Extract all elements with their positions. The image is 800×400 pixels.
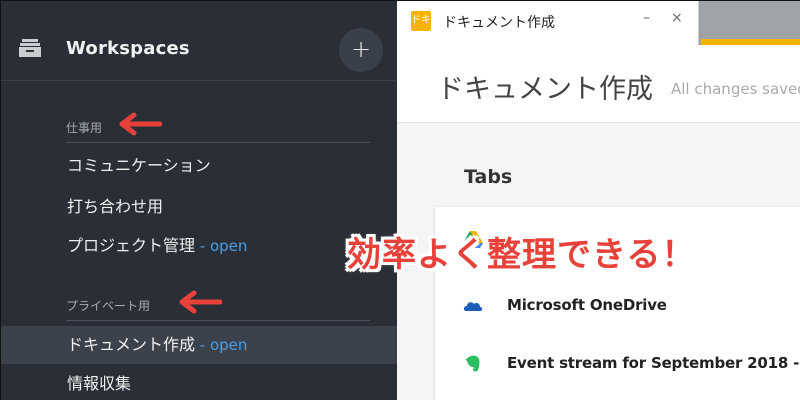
promo-caption: 効率よく整理できる！ [347,235,697,275]
list-item-label: Event stream for September 2018 - Everno… [507,354,800,372]
open-status-tag: - open [195,237,248,255]
sidebar-item-label: コミュニケーション [67,156,211,175]
list-item-label: Microsoft OneDrive [507,296,667,314]
tab-title: ドキュメント作成 [443,15,555,31]
sidebar-item-document-creation[interactable]: ドキュメント作成 - open [1,326,397,364]
browser-tab-bar: ドキ ドキュメント作成 – × [397,1,800,45]
onedrive-icon [463,302,483,311]
close-button[interactable]: × [671,10,683,26]
sidebar-item-info-gathering[interactable]: 情報収集 [1,365,397,400]
workspaces-sidebar: Workspaces + 仕事用 コミュニケーション 打ち合わせ用 プロジェクト… [1,1,397,400]
sidebar-header: Workspaces + [1,1,397,81]
red-arrow-annotation [119,112,162,136]
list-item[interactable]: Event stream for September 2018 - Everno… [435,339,800,389]
page-title: ドキュメント作成 [437,74,653,105]
browser-tab-active[interactable]: ドキ ドキュメント作成 – × [397,1,699,45]
minimize-button[interactable]: – [643,10,650,26]
sidebar-item-label: プロジェクト管理 [67,236,196,255]
inbox-tray-icon [19,39,41,57]
sidebar-item-project-management[interactable]: プロジェクト管理 - open [1,227,397,265]
sidebar-title: Workspaces [66,38,190,59]
list-item[interactable]: Microsoft OneDrive [435,281,800,331]
add-workspace-button[interactable]: + [339,28,383,72]
tabs-heading: Tabs [464,166,513,188]
sidebar-item-communication[interactable]: コミュニケーション [1,147,397,185]
section-label-work: 仕事用 [66,119,370,143]
page-header: ドキュメント作成 All changes saved [397,45,800,123]
evernote-icon [465,355,480,372]
sidebar-item-meeting[interactable]: 打ち合わせ用 [1,188,397,226]
sidebar-item-label: 情報収集 [67,374,132,393]
page-content: ドキュメント作成 All changes saved Tabs Microsof… [397,45,800,400]
save-status: All changes saved [671,80,800,98]
tab-favicon-icon: ドキ [411,11,431,31]
sidebar-item-label: 打ち合わせ用 [67,197,164,216]
sidebar-item-label: ドキュメント作成 [67,335,196,354]
red-arrow-annotation [179,290,222,314]
open-status-tag: - open [195,336,248,354]
